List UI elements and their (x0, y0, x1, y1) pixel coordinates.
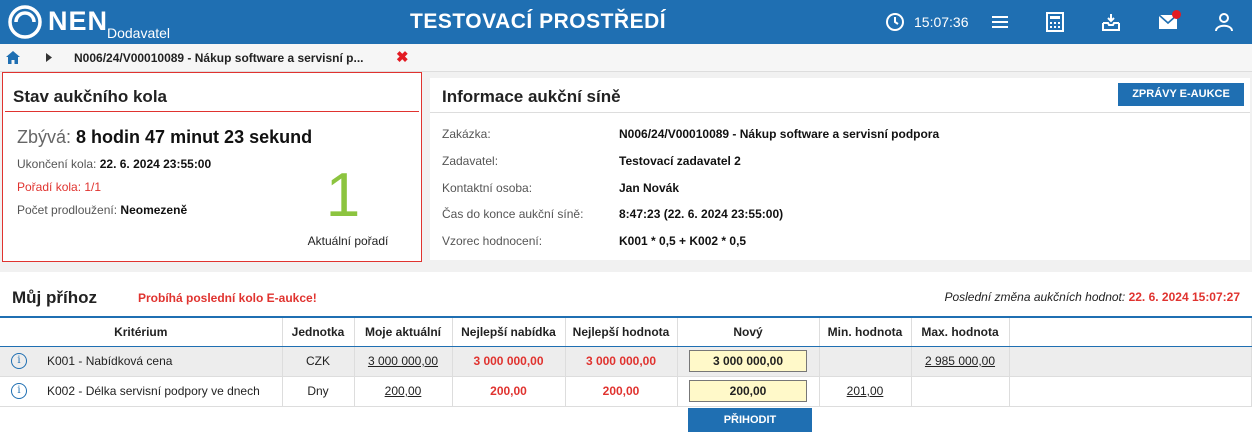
info-label: Kontaktní osoba: (442, 181, 533, 195)
auction-info-title: Informace aukční síně (442, 87, 621, 106)
table-header-row: Kritérium Jednotka Moje aktuální Nejlepš… (0, 316, 1252, 347)
breadcrumb-item[interactable]: N006/24/V00010089 - Nákup software a ser… (74, 51, 364, 65)
column-header[interactable]: Nový (677, 316, 820, 347)
empty-cell (1009, 346, 1252, 377)
min-value-cell (819, 346, 912, 377)
divider (430, 112, 1250, 113)
current-rank-label: Aktuální pořadí (307, 234, 389, 248)
auction-messages-button[interactable]: ZPRÁVY E-AUKCE (1118, 83, 1244, 106)
column-header[interactable]: Max. hodnota (911, 316, 1010, 347)
environment-title: TESTOVACÍ PROSTŘEDÍ (410, 10, 667, 33)
my-current-cell: 200,00 (354, 376, 453, 407)
my-current-cell: 3 000 000,00 (354, 346, 453, 377)
criterion-cell: i K001 - Nabídková cena (0, 346, 283, 377)
max-value-link[interactable]: 2 985 000,00 (925, 354, 995, 368)
time-remaining-label: Zbývá: (17, 127, 72, 147)
chevron-right-icon (46, 53, 52, 62)
my-current-link[interactable]: 3 000 000,00 (368, 354, 438, 368)
last-round-warning: Probíhá poslední kolo E-aukce! (138, 291, 317, 305)
column-header[interactable]: Moje aktuální (354, 316, 453, 347)
clock-icon (886, 13, 904, 31)
time-remaining-value: 8 hodin 47 minut 23 sekund (76, 127, 313, 147)
my-bid-panel: Můj příhoz Probíhá poslední kolo E-aukce… (0, 272, 1252, 440)
info-label: Čas do konce aukční síně: (442, 207, 584, 221)
last-change-value: 22. 6. 2024 15:07:27 (1128, 290, 1240, 304)
column-header[interactable]: Nejlepší hodnota (565, 316, 678, 347)
column-header[interactable]: Min. hodnota (819, 316, 912, 347)
info-icon[interactable]: i (11, 353, 27, 369)
user-icon[interactable] (1215, 12, 1233, 32)
unit-cell: CZK (282, 346, 355, 377)
column-header-empty (1009, 316, 1252, 347)
new-value-cell: 3 000 000,00 (677, 346, 820, 377)
best-value-cell: 200,00 (565, 376, 678, 407)
round-end: Ukončení kola: 22. 6. 2024 23:55:00 (17, 157, 211, 171)
criterion-name: K002 - Délka servisní podpory ve dnech (47, 384, 260, 398)
clock-time: 15:07:36 (914, 14, 969, 30)
home-icon[interactable] (6, 51, 20, 64)
new-value-input[interactable]: 3 000 000,00 (689, 350, 807, 372)
column-header[interactable]: Kritérium (0, 316, 283, 347)
extension-count: Počet prodloužení: Neomezeně (17, 203, 187, 217)
round-order: Pořadí kola: 1/1 (17, 180, 102, 194)
my-bid-title: Můj příhoz (12, 288, 97, 307)
criterion-cell: i K002 - Délka servisní podpory ve dnech (0, 376, 283, 407)
last-change-label: Poslední změna aukčních hodnot: (944, 290, 1126, 304)
best-offer-cell: 200,00 (452, 376, 566, 407)
menu-icon[interactable] (991, 13, 1009, 31)
best-offer-cell: 3 000 000,00 (452, 346, 566, 377)
info-label: Vzorec hodnocení: (442, 234, 543, 248)
new-value-input[interactable]: 200,00 (689, 380, 807, 402)
max-value-cell (911, 376, 1010, 407)
divider (5, 111, 419, 112)
time-remaining: Zbývá: 8 hodin 47 minut 23 sekund (17, 127, 312, 148)
top-bar: NEN Dodavatel TESTOVACÍ PROSTŘEDÍ 15:07:… (0, 0, 1252, 44)
info-label: Zakázka: (442, 127, 491, 141)
unit-cell: Dny (282, 376, 355, 407)
place-bid-button[interactable]: PŘIHODIT (688, 408, 812, 432)
column-header[interactable]: Nejlepší nabídka (452, 316, 566, 347)
info-value: 8:47:23 (22. 6. 2024 23:55:00) (619, 207, 784, 221)
notification-dot (1172, 10, 1181, 19)
info-value: Testovací zadavatel 2 (619, 154, 741, 168)
table-row: i K001 - Nabídková cena CZK 3 000 000,00… (0, 346, 1252, 377)
min-value-cell: 201,00 (819, 376, 912, 407)
bid-table: Kritérium Jednotka Moje aktuální Nejlepš… (0, 316, 1252, 407)
max-value-cell: 2 985 000,00 (911, 346, 1010, 377)
my-current-link[interactable]: 200,00 (385, 384, 422, 398)
info-value: Jan Novák (619, 181, 680, 195)
round-end-label: Ukončení kola: (17, 157, 97, 171)
info-label: Zadavatel: (442, 154, 499, 168)
round-status-title: Stav aukčního kola (13, 87, 167, 106)
last-change: Poslední změna aukčních hodnot: 22. 6. 2… (944, 290, 1240, 304)
column-header[interactable]: Jednotka (282, 316, 355, 347)
new-value-cell: 200,00 (677, 376, 820, 407)
breadcrumb-close-icon[interactable]: ✖ (396, 48, 409, 66)
empty-cell (1009, 376, 1252, 407)
current-rank-value: 1 (325, 161, 361, 230)
info-icon[interactable]: i (11, 383, 27, 399)
extension-count-value: Neomezeně (120, 203, 188, 217)
criterion-name: K001 - Nabídková cena (47, 354, 173, 368)
min-value-link[interactable]: 201,00 (847, 384, 884, 398)
inbox-download-icon[interactable] (1101, 12, 1121, 32)
brand-name: NEN (48, 6, 109, 36)
calculator-icon[interactable] (1046, 12, 1064, 32)
extension-count-label: Počet prodloužení: (17, 203, 118, 217)
info-value: N006/24/V00010089 - Nákup software a ser… (619, 127, 940, 141)
best-value-cell: 3 000 000,00 (565, 346, 678, 377)
brand-sub: Dodavatel (107, 25, 171, 41)
round-status-panel: Stav aukčního kola Zbývá: 8 hodin 47 min… (2, 72, 422, 262)
info-value: K001 * 0,5 + K002 * 0,5 (619, 234, 747, 248)
round-end-value: 22. 6. 2024 23:55:00 (99, 157, 212, 171)
table-row: i K002 - Délka servisní podpory ve dnech… (0, 376, 1252, 407)
nen-logo-icon (8, 5, 42, 39)
breadcrumb: N006/24/V00010089 - Nákup software a ser… (0, 44, 1252, 72)
auction-info-panel: Informace aukční síně ZPRÁVY E-AUKCE Zak… (430, 78, 1250, 260)
